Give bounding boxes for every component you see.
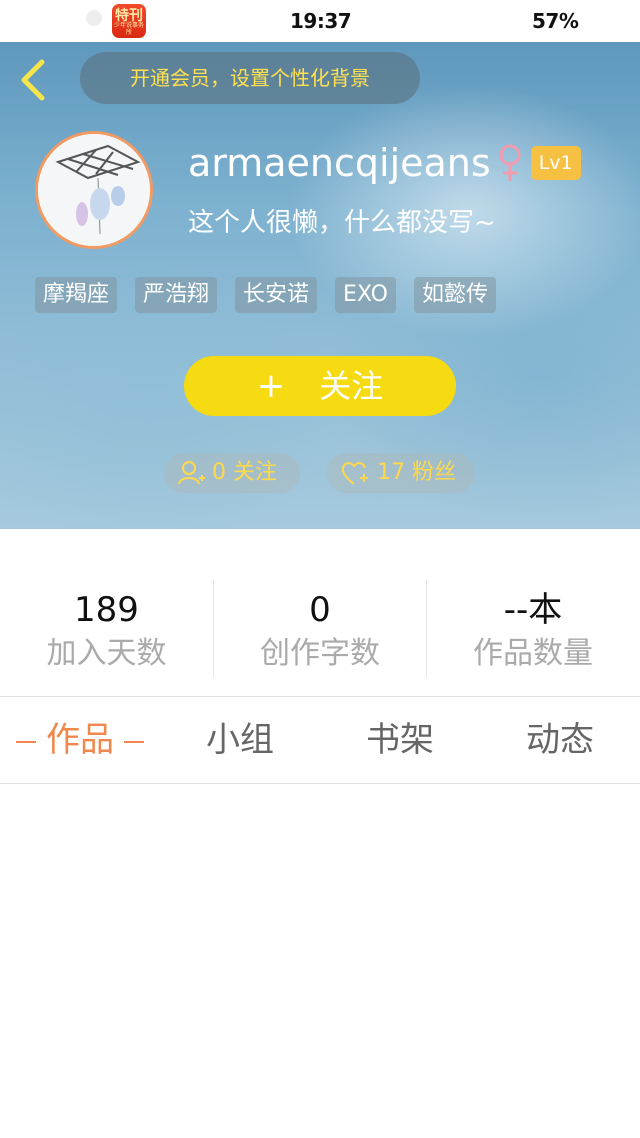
tag[interactable]: 如懿传 <box>413 277 496 313</box>
tab-bookshelf[interactable]: 书架 <box>320 697 480 783</box>
tab-label: 作品 <box>46 720 114 760</box>
profile-bio: 这个人很懒，什么都没写~ <box>188 208 496 238</box>
tab-indicator-right <box>124 740 144 743</box>
tab-activity[interactable]: 动态 <box>480 697 640 783</box>
tab-label: 书架 <box>366 720 434 760</box>
tab-bar: 作品 小组 书架 动态 <box>0 697 640 783</box>
follow-button[interactable]: + 关注 <box>184 356 456 416</box>
back-button[interactable] <box>14 58 54 102</box>
heart-add-icon <box>341 462 368 485</box>
app-icon-subtext: 少年说事务所 <box>113 22 144 36</box>
battery-level: 57% <box>532 9 579 33</box>
stat-label: 作品数量 <box>473 636 593 671</box>
tab-label: 动态 <box>526 720 594 760</box>
status-bar: 特刊 少年说事务所 19:37 57% <box>0 0 640 42</box>
app-icon: 特刊 少年说事务所 <box>112 4 146 38</box>
stats-row: 189 加入天数 0 创作字数 --本 作品数量 <box>0 580 640 678</box>
tag-list: 摩羯座 严浩翔 长安诺 EXO 如懿传 <box>35 277 514 313</box>
avatar-image <box>38 134 150 246</box>
tag[interactable]: 长安诺 <box>235 277 318 313</box>
user-add-icon <box>178 461 205 485</box>
profile-header: 开通会员，设置个性化背景 armaencqijeans Lv1 这个人很懒，什么… <box>0 42 640 529</box>
chevron-left-icon <box>21 59 45 101</box>
avatar[interactable] <box>35 131 153 249</box>
stat-work-count: --本 作品数量 <box>426 580 639 678</box>
fans-count: 17 粉丝 <box>377 460 456 485</box>
stat-value: 0 <box>309 590 331 630</box>
vip-banner[interactable]: 开通会员，设置个性化背景 <box>80 52 420 104</box>
username: armaencqijeans <box>188 141 491 185</box>
stat-value: --本 <box>503 590 563 630</box>
plus-icon: + <box>256 366 286 406</box>
tab-content-area <box>0 784 640 1138</box>
following-count-button[interactable]: 0 关注 <box>164 453 300 493</box>
tab-indicator-left <box>16 740 36 743</box>
tab-label: 小组 <box>206 720 274 760</box>
username-row: armaencqijeans Lv1 <box>188 138 581 188</box>
tab-groups[interactable]: 小组 <box>160 697 320 783</box>
notification-dot-icon <box>86 10 102 26</box>
tag[interactable]: EXO <box>335 277 396 313</box>
tab-works[interactable]: 作品 <box>0 697 160 783</box>
level-badge: Lv1 <box>530 146 581 180</box>
following-count: 0 关注 <box>212 460 277 485</box>
status-time: 19:37 <box>290 9 352 33</box>
female-icon <box>499 144 521 181</box>
tag[interactable]: 严浩翔 <box>135 277 218 313</box>
follow-label: 关注 <box>319 367 384 405</box>
stat-word-count: 0 创作字数 <box>213 580 426 678</box>
stat-value: 189 <box>74 590 139 630</box>
fans-count-button[interactable]: 17 粉丝 <box>327 453 475 493</box>
stat-label: 创作字数 <box>260 636 380 671</box>
stat-label: 加入天数 <box>46 636 167 671</box>
stat-join-days: 189 加入天数 <box>0 580 213 678</box>
tag[interactable]: 摩羯座 <box>35 277 118 313</box>
